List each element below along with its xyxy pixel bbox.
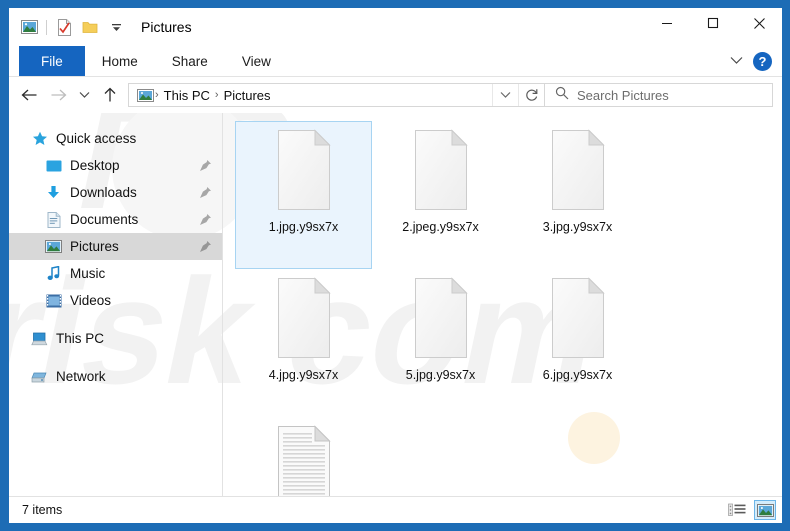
quick-access-toolbar bbox=[9, 14, 129, 40]
pictures-icon bbox=[45, 238, 62, 255]
sidebar-item-music[interactable]: Music bbox=[9, 260, 222, 287]
file-name: 6.jpg.y9sx7x bbox=[542, 368, 613, 382]
file-item[interactable]: 1.jpg.y9sx7x bbox=[235, 121, 372, 269]
sidebar-item-pictures[interactable]: Pictures bbox=[9, 233, 222, 260]
ribbon-tabs: File Home Share View ? bbox=[9, 46, 782, 76]
view-mode-buttons bbox=[726, 500, 776, 520]
pin-icon[interactable] bbox=[199, 159, 212, 172]
address-bar-row: › This PC › Pictures Search Pictures bbox=[9, 77, 782, 113]
sidebar-item-label: Downloads bbox=[70, 185, 137, 200]
window-title: Pictures bbox=[141, 19, 192, 35]
network-icon bbox=[31, 368, 48, 385]
breadcrumb: › This PC › Pictures bbox=[129, 87, 492, 104]
search-placeholder: Search Pictures bbox=[577, 87, 669, 103]
pictures-folder-icon[interactable] bbox=[16, 14, 42, 40]
sidebar-item-label: This PC bbox=[56, 331, 105, 346]
properties-icon[interactable] bbox=[51, 14, 77, 40]
forward-button[interactable] bbox=[44, 80, 73, 110]
sidebar-item-label: Music bbox=[70, 266, 106, 281]
search-icon bbox=[555, 86, 569, 105]
blank-file-icon bbox=[409, 276, 473, 360]
recent-locations-icon[interactable] bbox=[73, 80, 95, 110]
sidebar-item-network[interactable]: Network bbox=[9, 363, 222, 390]
blank-file-icon bbox=[272, 276, 336, 360]
text-file-icon bbox=[272, 424, 336, 496]
sidebar-item-videos[interactable]: Videos bbox=[9, 287, 222, 314]
window-controls bbox=[644, 8, 782, 46]
help-icon[interactable]: ? bbox=[753, 51, 772, 71]
breadcrumb-this-pc[interactable]: This PC bbox=[160, 88, 214, 103]
sidebar-item-this-pc[interactable]: This PC bbox=[9, 325, 222, 352]
explorer-body: PC risk com Quick access Desktop bbox=[9, 74, 782, 496]
refresh-icon[interactable] bbox=[518, 84, 544, 106]
file-item[interactable]: RESTORE_FILES_INFO.txt bbox=[235, 417, 372, 496]
file-name: 2.jpeg.y9sx7x bbox=[402, 220, 479, 234]
this-pc-icon bbox=[31, 330, 48, 347]
minimize-button[interactable] bbox=[644, 8, 690, 38]
file-item[interactable]: 2.jpeg.y9sx7x bbox=[372, 121, 509, 269]
status-bar: 7 items bbox=[9, 496, 782, 523]
tab-share[interactable]: Share bbox=[155, 46, 225, 76]
customize-qat-dropdown-icon[interactable] bbox=[103, 14, 129, 40]
ribbon-right-controls: ? bbox=[730, 46, 782, 76]
sidebar-item-label: Network bbox=[56, 369, 106, 384]
file-name: 5.jpg.y9sx7x bbox=[405, 368, 476, 382]
large-icons-view-button[interactable] bbox=[754, 500, 776, 520]
file-item[interactable]: 5.jpg.y9sx7x bbox=[372, 269, 509, 417]
breadcrumb-pictures[interactable]: Pictures bbox=[220, 88, 275, 103]
item-count: 7 items bbox=[22, 503, 63, 517]
tab-view[interactable]: View bbox=[225, 46, 288, 76]
details-view-button[interactable] bbox=[726, 500, 748, 520]
pin-icon[interactable] bbox=[199, 186, 212, 199]
pin-icon[interactable] bbox=[199, 213, 212, 226]
close-button[interactable] bbox=[736, 8, 782, 38]
file-name: 3.jpg.y9sx7x bbox=[542, 220, 613, 234]
pin-icon[interactable] bbox=[199, 240, 212, 253]
window-border: Pictures File Home Share View ? › This P… bbox=[0, 0, 790, 531]
tab-file[interactable]: File bbox=[19, 46, 85, 76]
address-bar[interactable]: › This PC › Pictures bbox=[128, 83, 545, 107]
file-name: 4.jpg.y9sx7x bbox=[268, 368, 339, 382]
file-item[interactable]: 4.jpg.y9sx7x bbox=[235, 269, 372, 417]
sidebar-item-downloads[interactable]: Downloads bbox=[9, 179, 222, 206]
tab-home[interactable]: Home bbox=[85, 46, 155, 76]
sidebar-item-label: Documents bbox=[70, 212, 139, 227]
blank-file-icon bbox=[272, 128, 336, 212]
sidebar-item-desktop[interactable]: Desktop bbox=[9, 152, 222, 179]
up-button[interactable] bbox=[95, 80, 124, 110]
title-bar: Pictures bbox=[9, 8, 782, 46]
blank-file-icon bbox=[546, 276, 610, 360]
blank-file-icon bbox=[546, 128, 610, 212]
navigation-pane: Quick access Desktop Downloads Documents… bbox=[9, 113, 222, 496]
file-item[interactable]: 6.jpg.y9sx7x bbox=[509, 269, 646, 417]
breadcrumb-pictures-icon bbox=[137, 87, 154, 104]
file-item[interactable]: 3.jpg.y9sx7x bbox=[509, 121, 646, 269]
previous-locations-icon[interactable] bbox=[492, 84, 518, 106]
sidebar-item-label: Quick access bbox=[56, 131, 137, 146]
sidebar-item-label: Pictures bbox=[70, 239, 119, 254]
file-grid: 1.jpg.y9sx7x 2.jpeg.y9sx7x 3.jpg.y9sx7x … bbox=[235, 121, 782, 496]
sidebar-item-documents[interactable]: Documents bbox=[9, 206, 222, 233]
documents-icon bbox=[45, 211, 62, 228]
search-input[interactable]: Search Pictures bbox=[545, 83, 773, 107]
downloads-icon bbox=[45, 184, 62, 201]
new-folder-icon[interactable] bbox=[77, 14, 103, 40]
toolbar-separator bbox=[46, 19, 47, 35]
blank-file-icon bbox=[409, 128, 473, 212]
file-list-pane[interactable]: 1.jpg.y9sx7x 2.jpeg.y9sx7x 3.jpg.y9sx7x … bbox=[222, 113, 782, 496]
explorer-window: Pictures File Home Share View ? › This P… bbox=[9, 8, 782, 523]
music-icon bbox=[45, 265, 62, 282]
videos-icon bbox=[45, 292, 62, 309]
sidebar-item-quick-access[interactable]: Quick access bbox=[9, 125, 222, 152]
star-icon bbox=[31, 130, 48, 147]
file-name: 1.jpg.y9sx7x bbox=[268, 220, 339, 234]
maximize-button[interactable] bbox=[690, 8, 736, 38]
chevron-down-icon[interactable] bbox=[730, 52, 743, 70]
sidebar-item-label: Videos bbox=[70, 293, 112, 308]
desktop-icon bbox=[45, 157, 62, 174]
sidebar-item-label: Desktop bbox=[70, 158, 120, 173]
back-button[interactable] bbox=[15, 80, 44, 110]
